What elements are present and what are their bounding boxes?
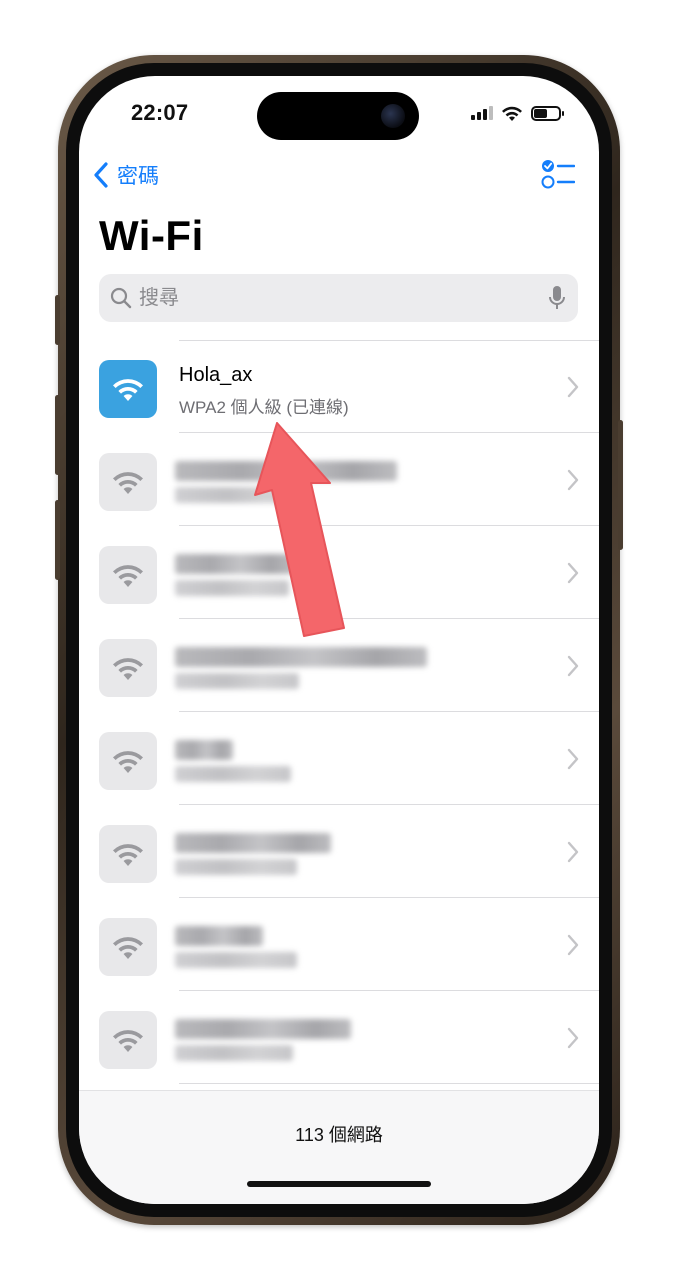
- network-count: 113 個網路: [295, 1125, 383, 1145]
- dynamic-island: [257, 92, 419, 140]
- page-title: Wi-Fi: [99, 212, 204, 259]
- volume-up-button: [55, 395, 60, 475]
- obscured-network-detail: [175, 487, 305, 503]
- power-button: [618, 420, 623, 550]
- row-separator: [179, 1083, 599, 1084]
- obscured-network-name: [175, 1019, 351, 1039]
- wifi-icon: [99, 360, 157, 418]
- obscured-network-name: [175, 461, 397, 481]
- network-security-detail: WPA2 個人級 (已連線): [179, 398, 349, 417]
- network-row[interactable]: [79, 898, 599, 991]
- chevron-right-icon: [567, 934, 579, 956]
- status-icons: [471, 104, 564, 122]
- wifi-status-icon: [502, 106, 522, 121]
- wifi-icon: [99, 1011, 157, 1069]
- obscured-network-name: [175, 926, 263, 946]
- obscured-network-detail: [175, 580, 289, 596]
- volume-down-button: [55, 500, 60, 580]
- chevron-right-icon: [567, 1027, 579, 1049]
- checklist-icon[interactable]: [541, 158, 575, 190]
- chevron-right-icon: [567, 376, 579, 398]
- search-icon: [110, 287, 132, 309]
- obscured-network-name: [175, 554, 295, 574]
- search-bar[interactable]: [99, 274, 578, 322]
- obscured-network-detail: [175, 1045, 293, 1061]
- obscured-network-name: [175, 740, 233, 760]
- network-list: Hola_ax WPA2 個人級 (已連線): [79, 340, 599, 1084]
- chevron-left-icon: [94, 162, 108, 188]
- chevron-right-icon: [567, 841, 579, 863]
- obscured-network-detail: [175, 673, 299, 689]
- wifi-icon: [99, 639, 157, 697]
- network-row-connected[interactable]: Hola_ax WPA2 個人級 (已連線): [79, 340, 599, 433]
- obscured-network-detail: [175, 859, 297, 875]
- chevron-right-icon: [567, 655, 579, 677]
- battery-icon: [531, 105, 564, 121]
- network-row[interactable]: [79, 526, 599, 619]
- back-button[interactable]: 密碼: [91, 160, 159, 190]
- chevron-right-icon: [567, 469, 579, 491]
- wifi-icon: [99, 732, 157, 790]
- wifi-icon: [99, 453, 157, 511]
- screen: 22:07 密碼 Wi-Fi 搜尋 Hola_ax WPA2 個人級 (已連線)…: [79, 76, 599, 1204]
- back-label: 密碼: [117, 165, 159, 188]
- search-input[interactable]: [139, 286, 548, 310]
- microphone-icon[interactable]: [548, 285, 566, 311]
- obscured-network-name: [175, 647, 427, 667]
- status-time: 22:07: [131, 100, 189, 125]
- chevron-right-icon: [567, 748, 579, 770]
- obscured-network-detail: [175, 952, 297, 968]
- action-button: [55, 295, 60, 345]
- battery-level: [534, 108, 547, 118]
- network-name: Hola_ax: [179, 364, 253, 386]
- wifi-icon: [99, 918, 157, 976]
- chevron-right-icon: [567, 562, 579, 584]
- network-row[interactable]: [79, 619, 599, 712]
- network-count-footer: 113 個網路: [79, 1090, 599, 1204]
- network-row[interactable]: [79, 712, 599, 805]
- obscured-network-detail: [175, 766, 291, 782]
- navigation-bar: 密碼: [79, 154, 599, 198]
- wifi-icon: [99, 546, 157, 604]
- network-row[interactable]: [79, 433, 599, 526]
- cellular-signal-icon: [471, 106, 493, 120]
- status-bar: 22:07: [79, 76, 599, 150]
- home-indicator[interactable]: [247, 1181, 431, 1187]
- network-row[interactable]: [79, 991, 599, 1084]
- front-camera: [381, 104, 405, 128]
- wifi-icon: [99, 825, 157, 883]
- network-row[interactable]: [79, 805, 599, 898]
- obscured-network-name: [175, 833, 331, 853]
